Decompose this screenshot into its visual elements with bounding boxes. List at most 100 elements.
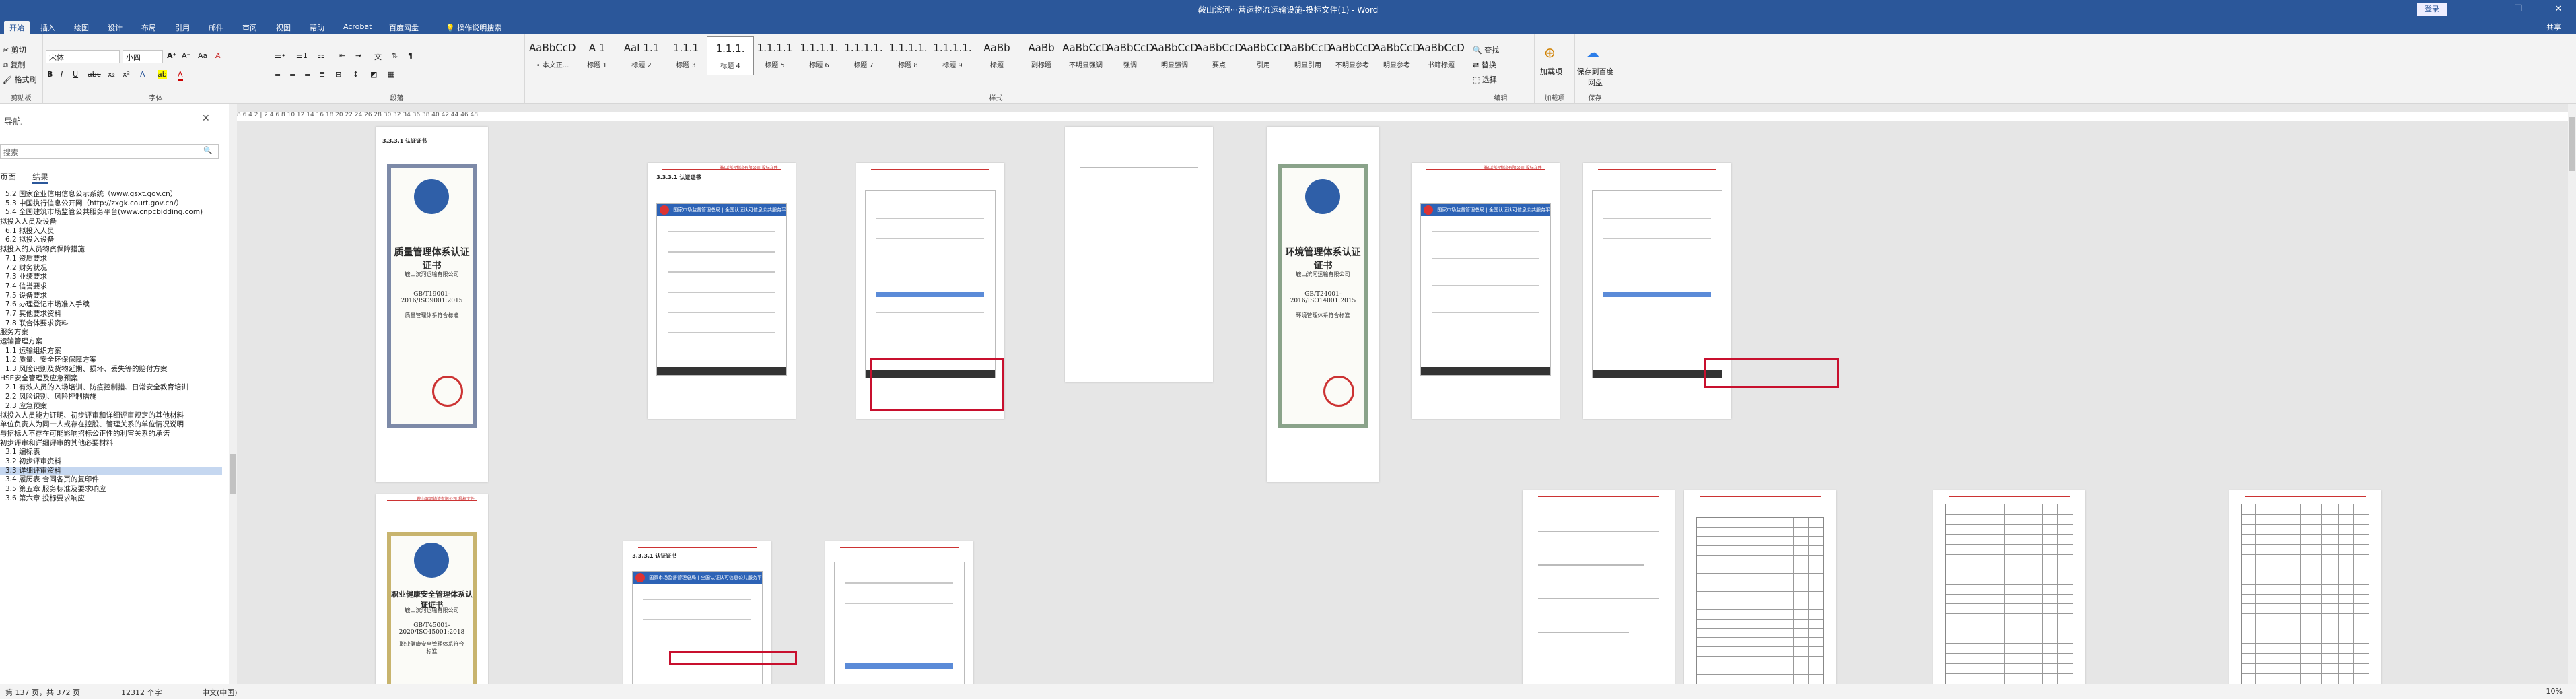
underline-button[interactable]: U <box>73 70 78 79</box>
nav-heading-item[interactable]: 2.1 有效人员的入场培训、防疫控制措、日常安全教育培训 <box>0 383 222 393</box>
align-left-icon[interactable]: ≡ <box>275 70 281 79</box>
nav-tab-results[interactable]: 结果 <box>32 171 49 184</box>
horizontal-ruler[interactable]: 8 6 4 2 | 2 4 6 8 10 12 14 16 18 20 22 2… <box>237 112 2568 121</box>
language-status[interactable]: 中文(中国) <box>202 687 238 698</box>
style-21[interactable]: AaBbCcD 书籍标题 <box>1418 36 1465 75</box>
nav-heading-item[interactable]: 服务方案 <box>0 328 222 337</box>
tell-me-search[interactable]: 💡 操作说明搜索 <box>440 21 507 34</box>
page[interactable] <box>1065 127 1213 382</box>
italic-button[interactable]: I <box>61 70 63 79</box>
style-18[interactable]: AaBbCcD 明显引用 <box>1284 36 1331 75</box>
nav-search-input[interactable]: 搜索 <box>0 144 219 159</box>
nav-heading-item[interactable]: 1.2 质量、安全环保保障方案 <box>0 356 222 365</box>
nav-heading-item[interactable]: 3.1 编标表 <box>0 448 222 457</box>
close-button[interactable]: ✕ <box>2548 3 2569 16</box>
select-button[interactable]: ⬚ 选择 <box>1473 74 1497 85</box>
tab-references[interactable]: 引用 <box>170 21 195 34</box>
style-14[interactable]: AaBbCcD 强调 <box>1107 36 1154 75</box>
bullets-icon[interactable]: ☰• <box>275 51 285 60</box>
nav-tab-pages[interactable]: 页面 <box>0 171 16 182</box>
find-button[interactable]: 🔍 查找 <box>1473 44 1499 55</box>
nav-heading-item[interactable]: 拟投入人员能力证明、初步评审和详细评审规定的其他材料 <box>0 411 222 421</box>
replace-button[interactable]: ⇄ 替换 <box>1473 59 1496 70</box>
style-19[interactable]: AaBbCcD 不明显参考 <box>1329 36 1376 75</box>
nav-heading-item[interactable]: 3.6 第六章 投标要求响应 <box>0 494 222 504</box>
page[interactable] <box>825 541 973 684</box>
tab-review[interactable]: 审阅 <box>237 21 263 34</box>
page-count[interactable]: 第 137 页，共 372 页 <box>5 687 80 698</box>
addin-button[interactable]: 加载项 <box>1540 66 1562 77</box>
addin-icon[interactable]: ⊕ <box>1544 44 1556 61</box>
style-15[interactable]: AaBbCcD 明显强调 <box>1151 36 1198 75</box>
cut-button[interactable]: ✂ 剪切 <box>3 44 26 55</box>
style-4[interactable]: 1.1.1 标题 3 <box>662 36 709 75</box>
align-right-icon[interactable]: ≡ <box>304 70 310 79</box>
nav-heading-item[interactable]: 5.3 中国执行信息公开网（http://zxgk.court.gov.cn/） <box>0 199 222 209</box>
tab-draw[interactable]: 绘图 <box>69 21 94 34</box>
style-13[interactable]: AaBbCcD 不明显强调 <box>1062 36 1109 75</box>
nav-heading-item[interactable]: 5.4 全国建筑市场监管公共服务平台(www.cnpcbidding.com) <box>0 208 222 218</box>
superscript-button[interactable]: x² <box>123 70 130 79</box>
nav-heading-item[interactable]: 2.2 风险识别、风险控制措施 <box>0 393 222 402</box>
font-name-select[interactable]: 宋体 <box>46 50 120 63</box>
font-size-select[interactable]: 小四 <box>123 50 163 63</box>
style-5[interactable]: 1.1.1. 标题 4 <box>707 36 754 75</box>
nav-heading-item[interactable]: 初步评审和详细评审的其他必要材料 <box>0 439 222 448</box>
nav-heading-item[interactable]: 运输管理方案 <box>0 337 222 347</box>
nav-heading-item[interactable]: 7.7 其他要求资料 <box>0 310 222 319</box>
numbering-icon[interactable]: ☰1 <box>296 51 308 60</box>
page[interactable]: 环境管理体系认证证书 鞍山滨河运输有限公司 GB/T24001-2016/ISO… <box>1267 127 1379 482</box>
page[interactable]: 3.3.3.1 认证证书 质量管理体系认证证书 鞍山滨河运输有限公司 GB/T1… <box>376 127 488 482</box>
nav-heading-item[interactable]: 拟投入的人员物资保障措施 <box>0 245 222 255</box>
tab-design[interactable]: 设计 <box>102 21 128 34</box>
nav-scroll-thumb[interactable] <box>230 454 236 494</box>
sort-icon[interactable]: ⇅ <box>392 51 398 60</box>
borders-icon[interactable]: ▦ <box>388 70 394 79</box>
page[interactable]: 鞍山滨河物流有限公司 投标文件 职业健康安全管理体系认证证书 鞍山滨河运输有限公… <box>376 494 488 684</box>
strikethrough-button[interactable]: abc <box>88 70 101 79</box>
style-17[interactable]: AaBbCcD 引用 <box>1240 36 1287 75</box>
text-effects-icon[interactable]: A <box>140 70 145 79</box>
page[interactable] <box>1523 490 1675 684</box>
tab-baidu[interactable]: 百度网盘 <box>384 21 424 34</box>
shading-icon[interactable]: ◩ <box>370 70 377 79</box>
tab-layout[interactable]: 布局 <box>136 21 162 34</box>
nav-scrollbar[interactable] <box>229 104 237 684</box>
doc-scroll-thumb[interactable] <box>2569 117 2575 171</box>
share-button[interactable]: 共享 <box>2540 20 2568 32</box>
nav-heading-item[interactable]: 6.2 拟投入设备 <box>0 236 222 245</box>
style-1[interactable]: AaBbCcDd • 本文正... <box>529 36 576 75</box>
style-11[interactable]: AaBb 标题 <box>973 36 1020 75</box>
login-button[interactable]: 登录 <box>2417 3 2447 16</box>
word-count[interactable]: 12312 个字 <box>121 687 162 698</box>
shrink-font-button[interactable]: A⁻ <box>182 51 190 60</box>
subscript-button[interactable]: x₂ <box>108 70 115 79</box>
tab-insert[interactable]: 插入 <box>35 21 61 34</box>
style-10[interactable]: 1.1.1.1. 标题 9 <box>929 36 976 75</box>
tab-acrobat[interactable]: Acrobat <box>338 21 377 34</box>
style-6[interactable]: 1.1.1.1 标题 5 <box>751 36 798 75</box>
format-painter-button[interactable]: 🖌 格式刷 <box>3 74 36 85</box>
document-scrollbar[interactable] <box>2568 104 2576 684</box>
copy-button[interactable]: ⧉ 复制 <box>3 59 25 70</box>
change-case-button[interactable]: Aa <box>198 51 207 60</box>
baidu-cloud-icon[interactable]: ☁ <box>1586 44 1599 61</box>
nav-heading-item[interactable]: 6.1 拟投入人员 <box>0 227 222 236</box>
page[interactable] <box>1933 490 2085 684</box>
tab-help[interactable]: 帮助 <box>304 21 330 34</box>
minimize-button[interactable]: — <box>2467 3 2488 16</box>
nav-heading-item[interactable]: HSE安全管理及应急预案 <box>0 374 222 384</box>
grow-font-button[interactable]: A⁺ <box>167 51 176 60</box>
clear-format-icon[interactable]: A̸ <box>215 51 221 60</box>
nav-heading-item[interactable]: 7.5 设备要求 <box>0 292 222 301</box>
tab-view[interactable]: 视图 <box>271 21 296 34</box>
page[interactable]: 鞍山滨河物流有限公司 投标文件 国家市场监督管理总局 | 全国认证认可信息公共服… <box>1412 163 1560 419</box>
chinese-layout-icon[interactable]: 文 <box>374 51 382 62</box>
nav-heading-item[interactable]: 7.3 业绩要求 <box>0 273 222 282</box>
page[interactable] <box>2229 490 2381 684</box>
nav-heading-item[interactable]: 3.4 履历表 合同各页的复印件 <box>0 475 222 485</box>
style-12[interactable]: AaBb 副标题 <box>1018 36 1065 75</box>
search-icon[interactable]: 🔍 <box>203 146 213 155</box>
nav-heading-item[interactable]: 1.3 风险识别及货物延期、损坏、丢失等的赔付方案 <box>0 365 222 374</box>
style-8[interactable]: 1.1.1.1. 标题 7 <box>840 36 887 75</box>
